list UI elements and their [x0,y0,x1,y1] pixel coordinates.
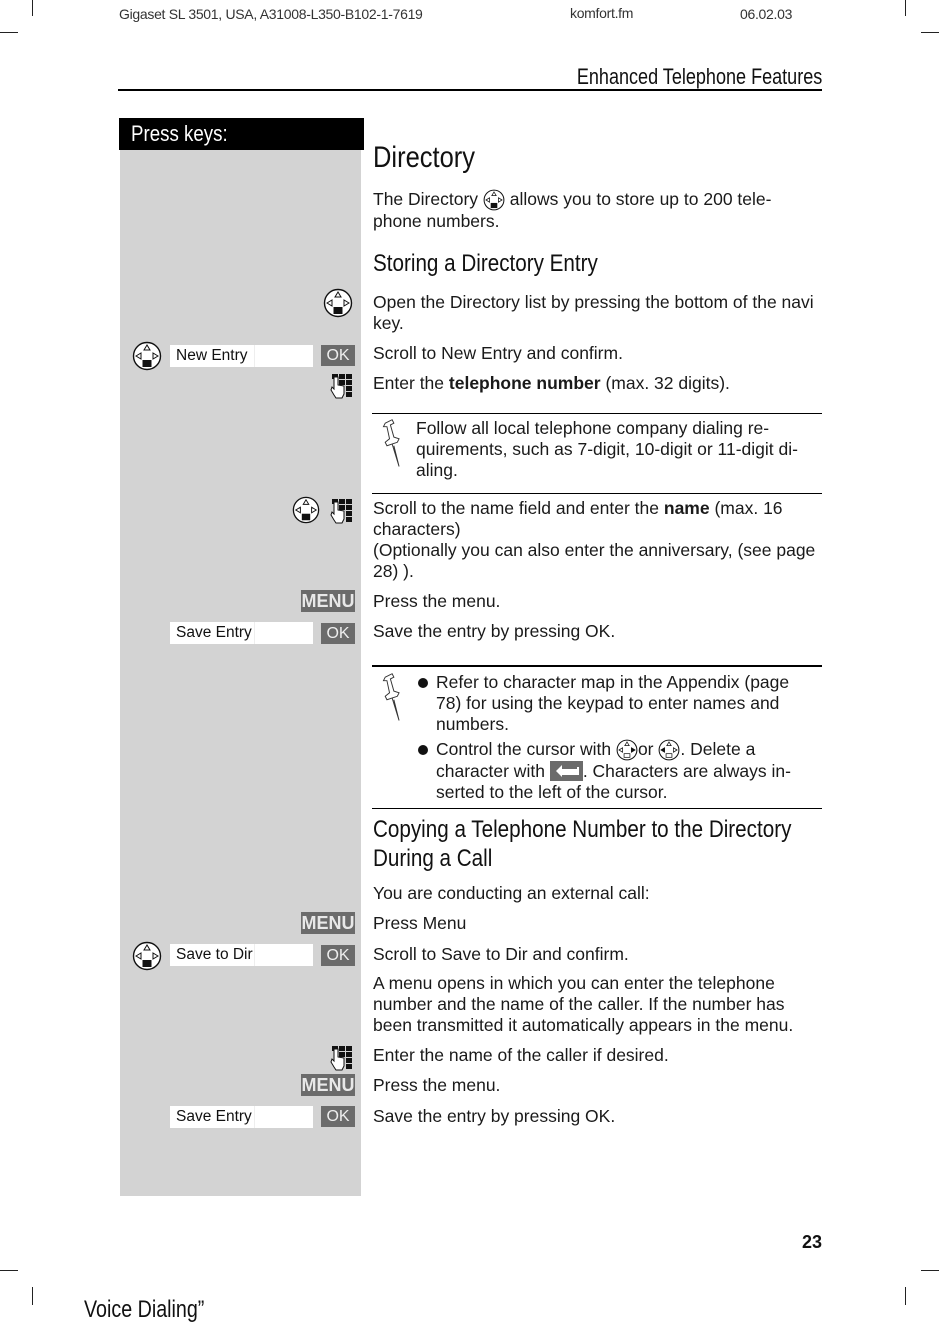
navi-key-icon [132,941,162,971]
s2-press-menu-2: Press the menu. [373,1075,501,1095]
divider [372,493,822,494]
navi-key-right-icon [616,739,638,761]
menu-key[interactable]: MENU [301,912,355,934]
s2-press-menu: Press Menu [373,913,467,933]
press-keys-header: Press keys: [119,118,364,150]
crop-mark [0,1270,18,1271]
step-enter-number-bold: telephone number [448,373,601,393]
ok-key[interactable]: OK [321,945,355,966]
navi-key-icon [323,288,353,318]
divider [372,413,822,414]
intro-text-a: The Directory [373,189,479,209]
step-enter-name-a: Scroll to the name field and enter the [373,498,664,518]
note-bullet: Refer to character map in the Appendix (… [416,672,816,735]
bullet-icon [418,745,428,755]
display-new-entry: New Entry [170,345,313,367]
bullet-icon [418,678,428,688]
navi-key-icon [132,341,162,371]
ok-key[interactable]: OK [321,623,355,644]
note-input-tips: Refer to character map in the Appendix (… [416,672,816,807]
ok-key[interactable]: OK [321,345,355,366]
note-bullet: Control the cursor with or . Delete a ch… [416,739,816,803]
step-enter-number-b: (max. 32 digits). [600,373,730,393]
s2-menu-opens: A menu opens in which you can enter the … [373,973,794,1035]
header-rule [118,89,822,91]
note-bullet-text: Control the cursor with [436,739,612,759]
section-title-storing: Storing a Directory Entry [373,250,598,277]
keypad-icon [330,498,354,524]
doc-info: Gigaset SL 3501, USA, A31008-L350-B102-1… [119,6,423,22]
display-save-entry: Save Entry [170,622,313,644]
crop-mark [905,0,906,16]
press-keys-label: Press keys: [131,121,228,146]
pushpin-note-icon [380,418,406,470]
crop-mark [0,32,18,33]
step-enter-number: Enter the telephone number (max. 32 digi… [373,373,823,394]
note-bullet-text: or [637,739,654,759]
overflow-text: Voice Dialing” [84,1296,205,1323]
crop-mark [32,0,33,16]
display-save-to-dir: Save to Dir [170,944,313,966]
menu-key[interactable]: MENU [301,1074,355,1096]
crop-mark [921,32,939,33]
divider [372,665,822,667]
backspace-key-icon [549,761,583,781]
menu-key[interactable]: MENU [301,590,355,612]
navi-key-icon [483,189,505,211]
step-scroll-new-entry: Scroll to New Entry and confirm. [373,343,623,363]
keypad-icon [330,373,354,399]
intro-text: The Directory allows you to store up to … [373,189,823,232]
step-press-menu: Press the menu. [373,591,501,611]
crop-mark [905,1287,906,1305]
navi-key-icon [292,496,320,524]
s2-enter-name: Enter the name of the caller if desired. [373,1045,669,1065]
note-dialing-requirements: Follow all local telephone company diali… [416,418,798,480]
step-save-entry: Save the entry by pressing OK. [373,621,616,641]
page-title: Directory [373,141,476,174]
s2-scroll-save-to-dir: Scroll to Save to Dir and confirm. [373,944,629,964]
s2-save-entry: Save the entry by pressing OK. [373,1106,616,1126]
step-enter-name-c: (Optionally you can also enter the anniv… [373,540,816,581]
s2-intro: You are conducting an external call: [373,883,650,903]
note-bullet-text: Refer to character map in the Appendix (… [436,672,790,734]
intro-text-c: phone numbers. [373,211,500,231]
step-enter-number-a: Enter the [373,373,449,393]
ok-key[interactable]: OK [321,1106,355,1127]
step-enter-name: Scroll to the name field and enter the n… [373,498,818,582]
file-name: komfort.fm [570,5,634,21]
crop-mark [921,1270,939,1271]
section-title-copying: Copying a Telephone Number to the Direct… [373,816,792,872]
display-save-entry: Save Entry [170,1106,313,1128]
navi-key-left-icon [658,739,680,761]
intro-text-b: allows you to store up to 200 tele- [509,189,772,209]
pushpin-note-icon [380,672,406,724]
step-enter-name-bold: name [663,498,710,518]
doc-date: 06.02.03 [740,6,793,22]
chapter-title: Enhanced Telephone Features [576,64,822,89]
crop-mark [32,1287,33,1305]
keypad-icon [330,1045,354,1071]
step-open-directory: Open the Directory list by pressing the … [373,292,814,333]
divider [372,808,822,809]
page-number: 23 [801,1232,822,1252]
